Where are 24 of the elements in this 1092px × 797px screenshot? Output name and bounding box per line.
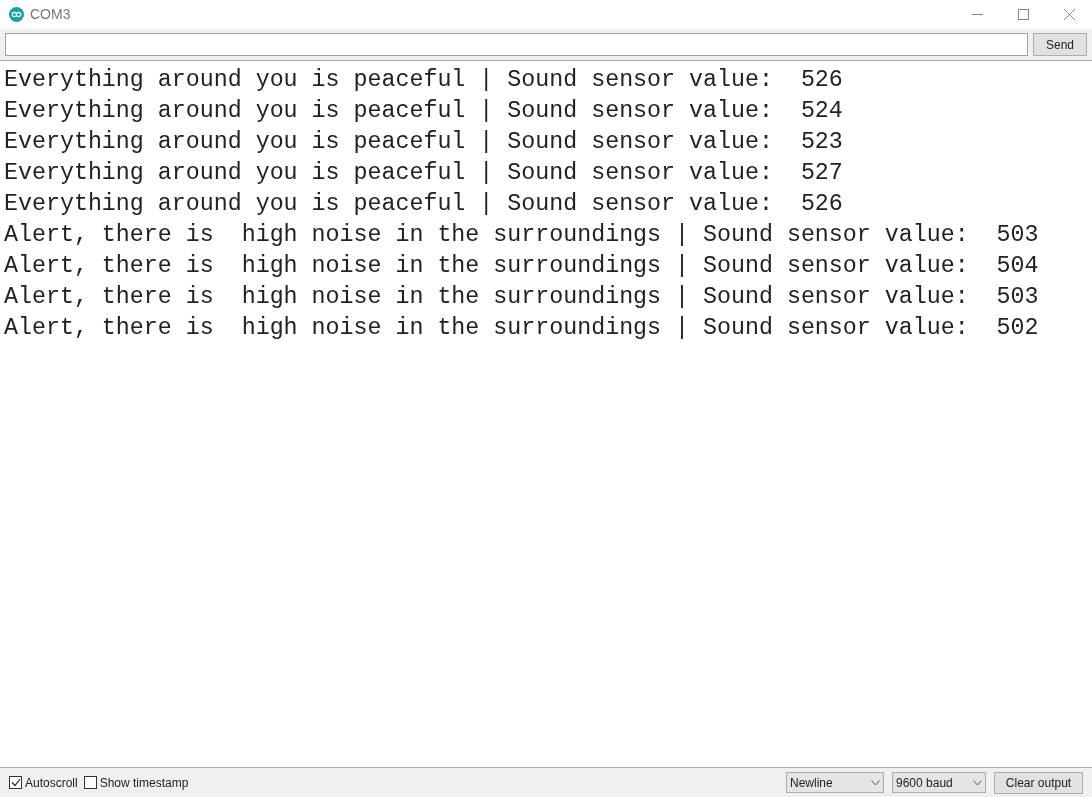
clear-output-button[interactable]: Clear output xyxy=(994,771,1083,794)
checkbox[interactable] xyxy=(9,776,22,789)
output-line: Everything around you is peaceful | Sound sensor value: 527 xyxy=(4,159,843,188)
window-title: COM3 xyxy=(30,5,71,24)
checkbox[interactable] xyxy=(83,776,97,789)
output-line: Alert, there is high noise in the surroundings | Sound sensor value: 503 xyxy=(4,221,1039,250)
output-line: Everything around you is peaceful | Sound sensor value: 524 xyxy=(4,97,843,126)
output-line: Everything around you is peaceful | Sound sensor value: 526 xyxy=(4,66,843,95)
infinity-logo-icon xyxy=(9,7,24,22)
output-line: Alert, there is high noise in the surroundings | Sound sensor value: 503 xyxy=(4,283,1039,312)
send-button[interactable]: Send xyxy=(1033,33,1087,56)
baud-rate-dropdown[interactable]: 9600 baud xyxy=(892,772,986,793)
message-input-field[interactable] xyxy=(5,33,1028,56)
caret-icon xyxy=(871,779,880,786)
line-ending-dropdown[interactable]: Newline xyxy=(786,772,884,793)
output-line: Everything around you is peaceful | Sound sensor value: 523 xyxy=(4,128,843,157)
caret-icon xyxy=(973,779,982,786)
dropdown-value: 9600 baud xyxy=(896,774,953,792)
output-line: Everything around you is peaceful | Sound sensor value: 526 xyxy=(4,190,843,219)
checkbox-label: Autoscroll xyxy=(25,774,78,792)
output-line: Alert, there is high noise in the surroundings | Sound sensor value: 502 xyxy=(4,314,1039,343)
dropdown-value: Newline xyxy=(790,774,833,792)
checkbox-label: Show timestamp xyxy=(99,774,189,792)
output-line: Alert, there is high noise in the surroundings | Sound sensor value: 504 xyxy=(4,252,1039,281)
